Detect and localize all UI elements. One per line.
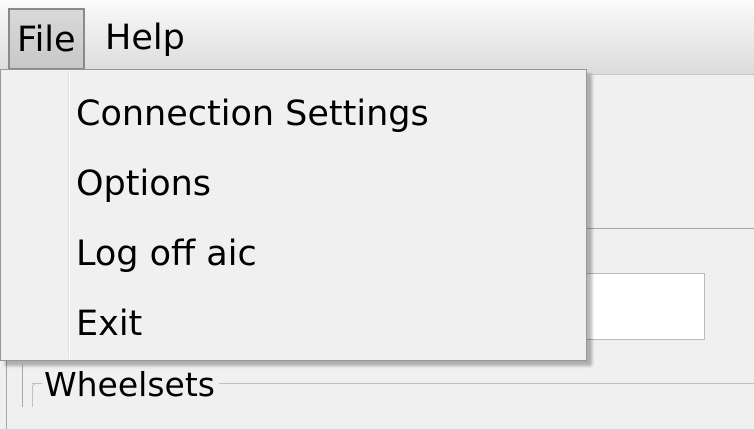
- menu-bar: File Help: [0, 0, 754, 75]
- panel-divider: [22, 365, 23, 407]
- menu-item-log-off[interactable]: Log off aic: [2, 220, 585, 289]
- menu-item-exit[interactable]: Exit: [2, 290, 585, 359]
- menu-file[interactable]: File: [8, 8, 85, 70]
- file-menu-dropdown: Connection Settings Options Log off aic …: [0, 69, 587, 361]
- text-input-field[interactable]: [585, 273, 705, 340]
- menu-help[interactable]: Help: [98, 8, 192, 70]
- menu-item-connection-settings[interactable]: Connection Settings: [2, 80, 585, 149]
- groupbox-label-wheelsets: Wheelsets: [42, 363, 219, 407]
- groupbox-corner: [32, 383, 42, 407]
- menu-item-options[interactable]: Options: [2, 150, 585, 219]
